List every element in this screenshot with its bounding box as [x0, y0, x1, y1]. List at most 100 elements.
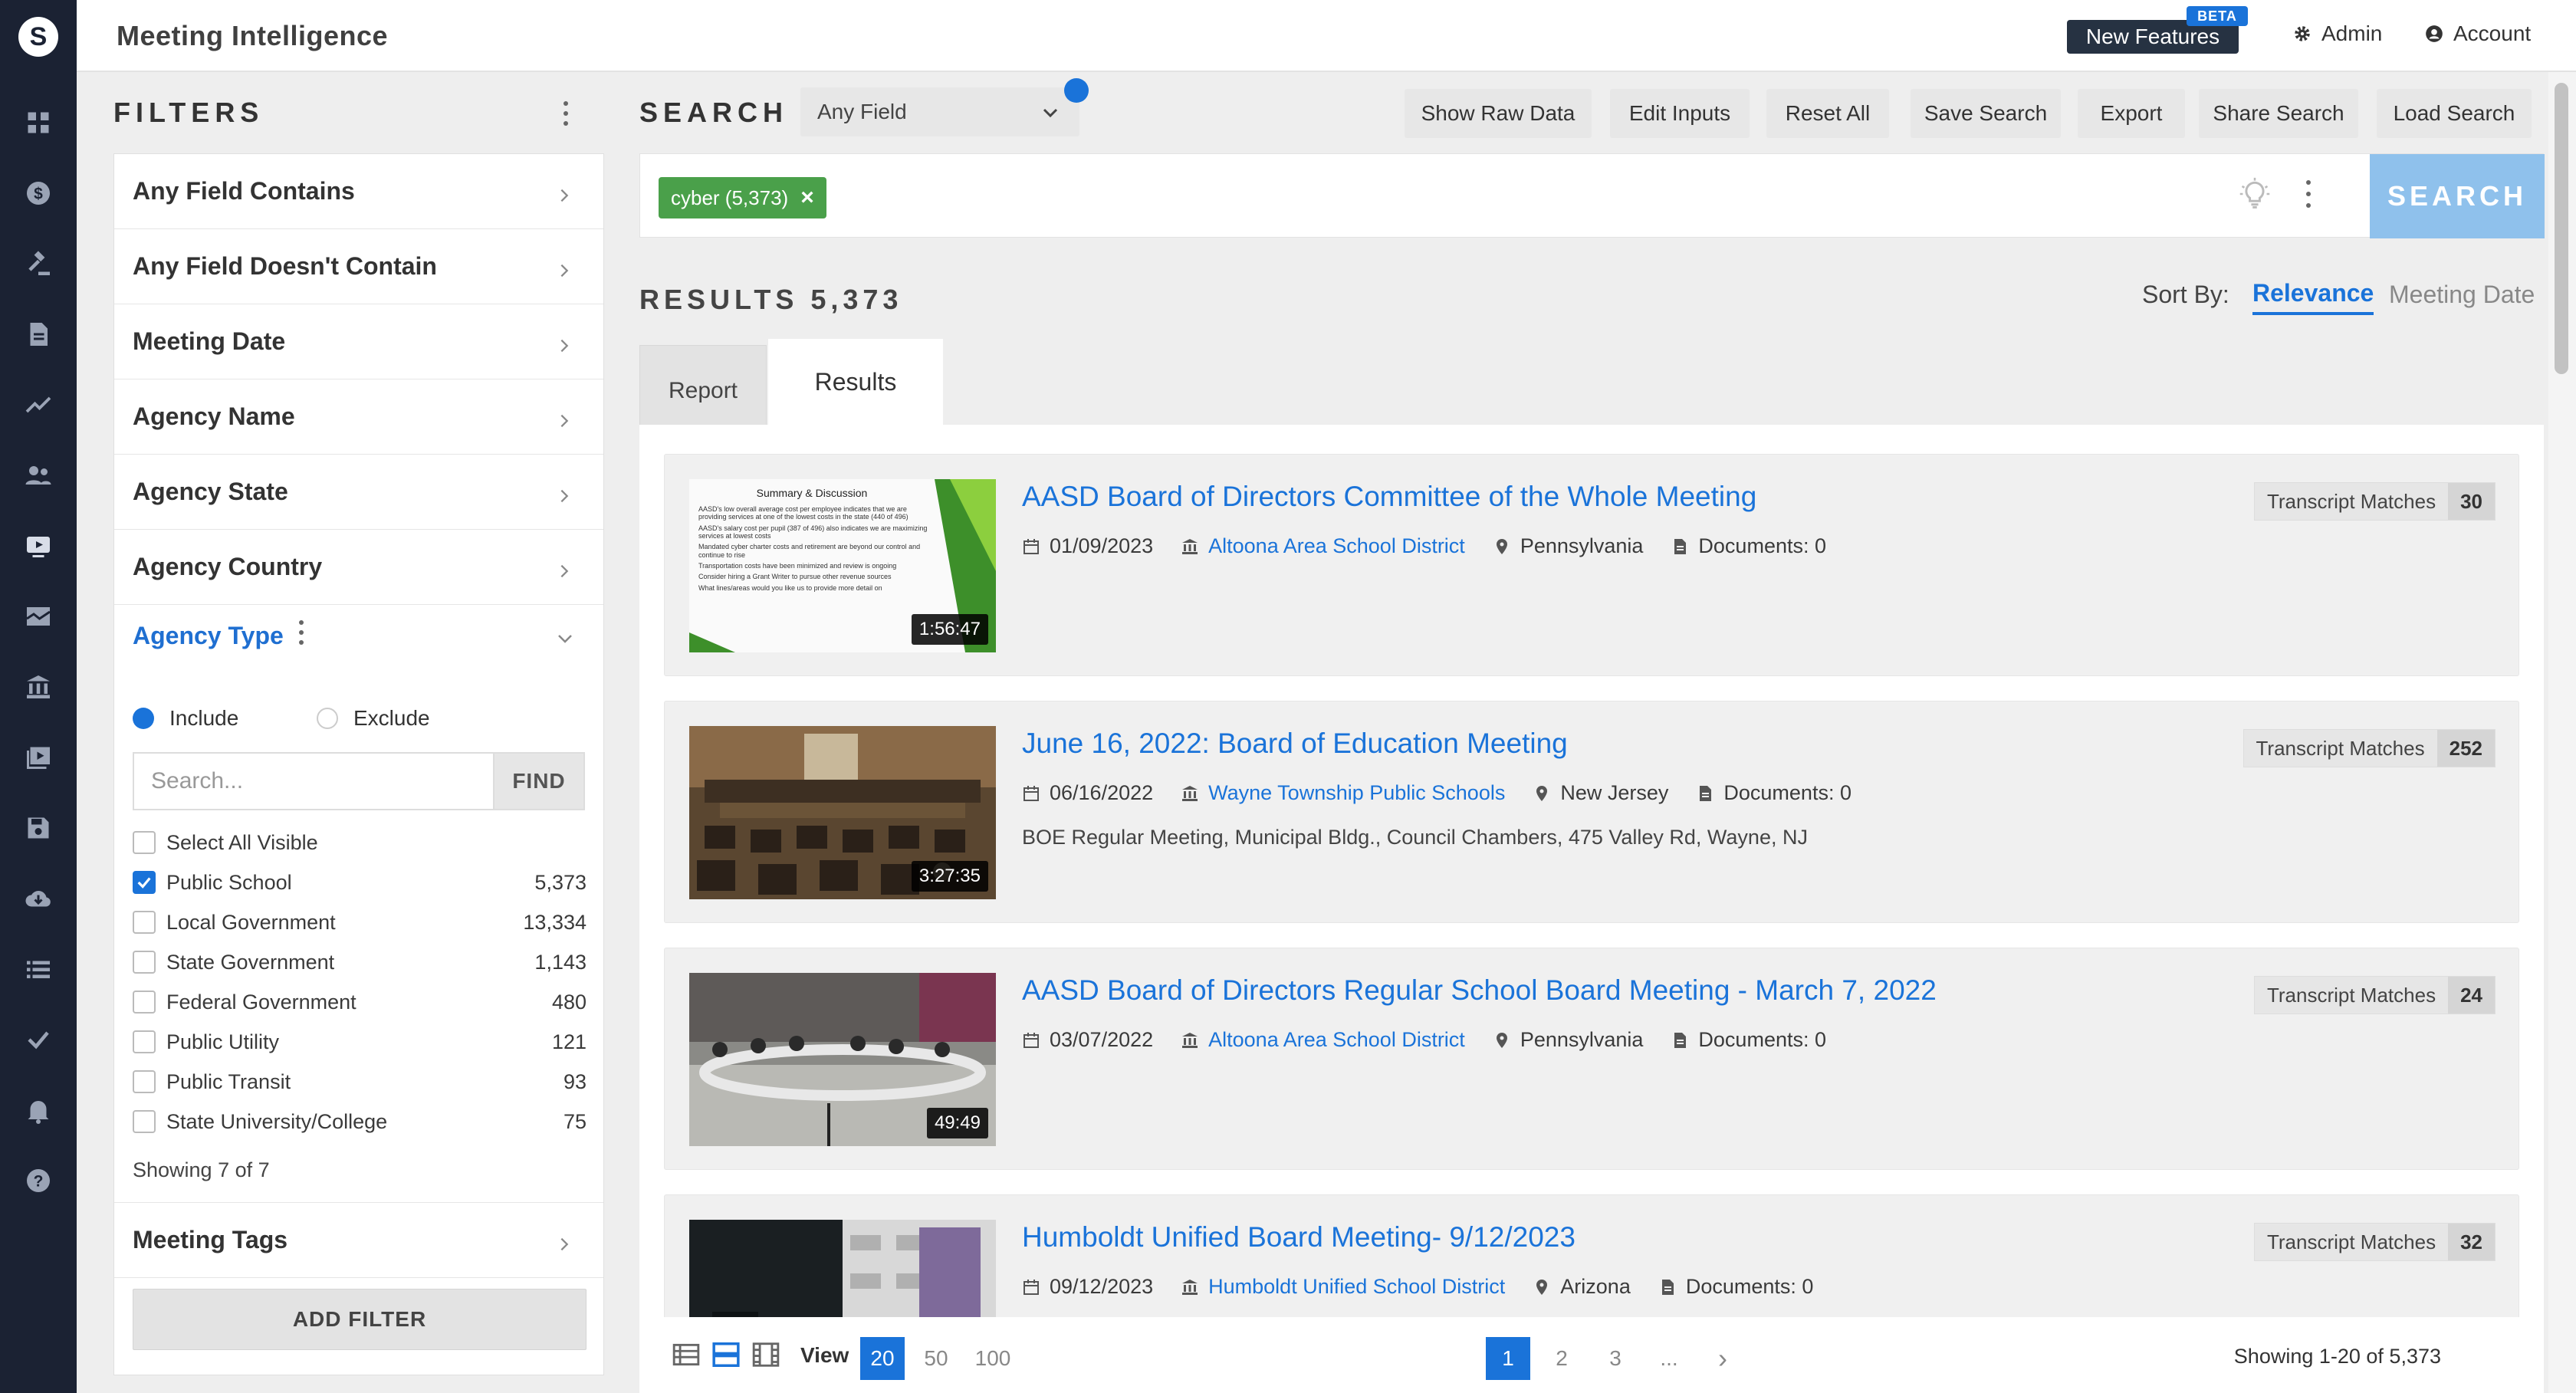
chevron-down-icon[interactable]: [556, 629, 574, 648]
results-list: Summary & Discussion AASD's low overall …: [639, 425, 2544, 1393]
reset-all-button[interactable]: Reset All: [1766, 89, 1889, 138]
filter-meeting-date[interactable]: Meeting Date: [114, 304, 603, 379]
filter-any-field-doesnt-contain[interactable]: Any Field Doesn't Contain: [114, 229, 603, 304]
result-title-link[interactable]: AASD Board of Directors Committee of the…: [1022, 481, 1756, 513]
transcript-matches-badge[interactable]: Transcript Matches 30: [2253, 482, 2496, 521]
filter-agency-state[interactable]: Agency State: [114, 455, 603, 530]
save-icon[interactable]: [21, 811, 55, 845]
filter-agency-name[interactable]: Agency Name: [114, 379, 603, 455]
list-icon[interactable]: [21, 952, 55, 986]
search-button[interactable]: SEARCH: [2370, 154, 2545, 238]
dashboard-icon[interactable]: [21, 106, 55, 140]
search-bar[interactable]: cyber (5,373) × SEARCH: [639, 153, 2545, 238]
show-raw-data-button[interactable]: Show Raw Data: [1405, 89, 1592, 138]
document-icon[interactable]: [21, 317, 55, 351]
agency-link[interactable]: Altoona Area School District: [1181, 1028, 1465, 1052]
agency-link[interactable]: Wayne Township Public Schools: [1181, 781, 1505, 805]
load-search-button[interactable]: Load Search: [2377, 89, 2532, 138]
save-search-button[interactable]: Save Search: [1911, 89, 2061, 138]
app-logo[interactable]: S: [18, 17, 58, 57]
transcript-matches-badge[interactable]: Transcript Matches 24: [2253, 976, 2496, 1014]
result-title-link[interactable]: Humboldt Unified Board Meeting- 9/12/202…: [1022, 1221, 1576, 1253]
agency-link[interactable]: Altoona Area School District: [1181, 534, 1465, 558]
scrollbar-thumb[interactable]: [2555, 83, 2568, 374]
bank-icon: [1182, 785, 1198, 801]
account-menu[interactable]: Account: [2424, 21, 2531, 46]
list-view-icon[interactable]: [672, 1340, 701, 1369]
bell-icon[interactable]: [21, 1093, 55, 1127]
filter-agency-country[interactable]: Agency Country: [114, 530, 603, 605]
result-title-link[interactable]: June 16, 2022: Board of Education Meetin…: [1022, 728, 1568, 760]
admin-menu[interactable]: Admin: [2292, 21, 2382, 46]
bank-icon[interactable]: [21, 670, 55, 704]
lightbulb-icon[interactable]: [2238, 177, 2272, 211]
gavel-icon[interactable]: [21, 247, 55, 281]
video-thumbnail[interactable]: 3:27:35: [689, 726, 996, 899]
state-text: New Jersey: [1560, 781, 1669, 804]
dollar-icon[interactable]: $: [21, 176, 55, 210]
close-icon[interactable]: ×: [800, 185, 814, 211]
agency-type-option[interactable]: Public School 5,373: [133, 867, 586, 898]
help-icon[interactable]: ?: [21, 1164, 55, 1198]
result-card[interactable]: Summary & Discussion AASD's low overall …: [664, 454, 2519, 676]
result-title-link[interactable]: AASD Board of Directors Regular School B…: [1022, 974, 1937, 1007]
filter-meeting-tags[interactable]: Meeting Tags: [114, 1203, 603, 1278]
transcript-matches-badge[interactable]: Transcript Matches 32: [2253, 1223, 2496, 1261]
agency-type-option[interactable]: State Government 1,143: [133, 947, 586, 977]
field-select[interactable]: Any Field: [800, 87, 1079, 136]
agency-type-kebab-icon[interactable]: [295, 617, 307, 648]
include-radio[interactable]: Include: [133, 706, 238, 731]
view-20-option[interactable]: 20: [860, 1337, 905, 1380]
trend-icon[interactable]: [21, 388, 55, 422]
agency-type-option[interactable]: Public Utility 121: [133, 1027, 586, 1057]
agency-type-option[interactable]: Local Government 13,334: [133, 907, 586, 938]
view-100-option[interactable]: 100: [966, 1337, 1020, 1380]
date-text: 03/07/2022: [1050, 1028, 1154, 1051]
scrollbar[interactable]: [2548, 72, 2576, 1393]
edit-inputs-button[interactable]: Edit Inputs: [1610, 89, 1750, 138]
calendar-icon: [1024, 1279, 1039, 1295]
card-view-icon[interactable]: [711, 1340, 741, 1369]
transcript-matches-count: 252: [2436, 730, 2495, 767]
filters-kebab-icon[interactable]: [558, 98, 573, 129]
share-search-button[interactable]: Share Search: [2199, 89, 2358, 138]
filter-any-field-contains[interactable]: Any Field Contains: [114, 154, 603, 229]
video-thumbnail[interactable]: 49:49: [689, 973, 996, 1146]
page-2[interactable]: 2: [1539, 1337, 1584, 1380]
view-50-option[interactable]: 50: [917, 1337, 955, 1380]
media-icon[interactable]: [21, 741, 55, 774]
page-1[interactable]: 1: [1486, 1337, 1530, 1380]
transcript-matches-badge[interactable]: Transcript Matches 252: [2242, 729, 2496, 767]
result-card[interactable]: 3:27:35 June 16, 2022: Board of Educatio…: [664, 701, 2519, 923]
video-thumbnail[interactable]: Summary & Discussion AASD's low overall …: [689, 479, 996, 652]
exclude-radio[interactable]: Exclude: [317, 706, 430, 731]
people-icon[interactable]: [21, 458, 55, 492]
page-3[interactable]: 3: [1593, 1337, 1638, 1380]
export-button[interactable]: Export: [2078, 89, 2185, 138]
sort-relevance[interactable]: Relevance: [2252, 279, 2374, 315]
add-filter-button[interactable]: ADD FILTER: [133, 1289, 586, 1350]
map-icon[interactable]: [21, 600, 55, 633]
tab-results[interactable]: Results: [768, 339, 943, 425]
find-button[interactable]: FIND: [493, 752, 585, 810]
sort-meeting-date[interactable]: Meeting Date: [2389, 281, 2535, 309]
filmstrip-view-icon[interactable]: [751, 1340, 780, 1369]
result-card[interactable]: 49:49 AASD Board of Directors Regular Sc…: [664, 948, 2519, 1170]
video-icon[interactable]: [21, 529, 55, 563]
agency-state: Arizona: [1533, 1275, 1631, 1299]
agency-type-option[interactable]: Federal Government 480: [133, 987, 586, 1017]
next-page-chevron-icon[interactable]: ›: [1700, 1337, 1745, 1380]
search-term-chip[interactable]: cyber (5,373) ×: [659, 177, 826, 218]
agency-type-option[interactable]: Public Transit 93: [133, 1066, 586, 1097]
tab-report[interactable]: Report: [639, 345, 767, 425]
cloud-download-icon[interactable]: [21, 882, 55, 915]
agency-type-option[interactable]: State University/College 75: [133, 1106, 586, 1137]
search-kebab-icon[interactable]: [2302, 177, 2315, 211]
check-icon[interactable]: [21, 1023, 55, 1056]
select-all-checkbox[interactable]: Select All Visible: [133, 827, 586, 858]
agency-type-search-input[interactable]: Search...: [133, 752, 493, 810]
select-all-label: Select All Visible: [166, 830, 318, 854]
agency-type-title[interactable]: Agency Type: [133, 622, 284, 650]
agency-link[interactable]: Humboldt Unified School District: [1181, 1275, 1505, 1299]
transcript-matches-label: Transcript Matches: [2254, 483, 2449, 520]
